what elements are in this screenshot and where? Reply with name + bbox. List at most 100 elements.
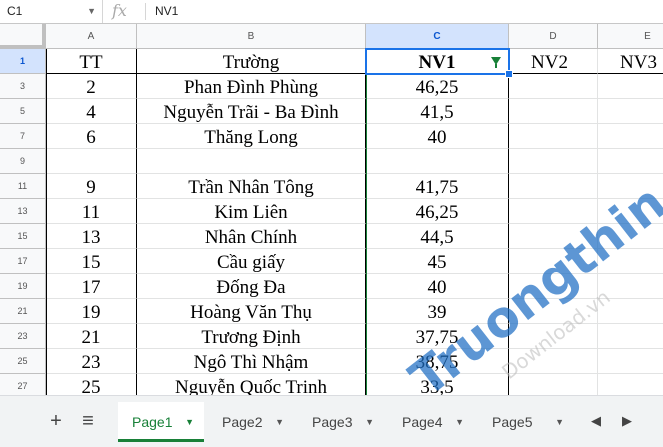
- cell-c21[interactable]: 39: [366, 299, 509, 324]
- cell-e5[interactable]: [598, 99, 663, 124]
- cell-b25[interactable]: Ngô Thì Nhậm: [137, 349, 366, 374]
- column-header-a[interactable]: A: [46, 24, 137, 49]
- select-all-corner[interactable]: [0, 24, 46, 49]
- sheet-tab-dropdown-icon[interactable]: ▼: [455, 402, 464, 442]
- cell-a23[interactable]: 21: [46, 324, 137, 349]
- add-sheet-button[interactable]: +: [43, 408, 69, 434]
- scroll-tabs-left-icon[interactable]: ◀: [583, 404, 609, 438]
- cell-b11[interactable]: Trần Nhân Tông: [137, 174, 366, 199]
- row-header-11[interactable]: 11: [0, 174, 46, 199]
- cell-c15[interactable]: 44,5: [366, 224, 509, 249]
- sheet-tab-dropdown-icon[interactable]: ▼: [275, 402, 284, 442]
- sheet-tab-page4[interactable]: Page4 ▼: [388, 402, 474, 442]
- cell-b19[interactable]: Đống Đa: [137, 274, 366, 299]
- cell-b21[interactable]: Hoàng Văn Thụ: [137, 299, 366, 324]
- cell-c19[interactable]: 40: [366, 274, 509, 299]
- cell-b9[interactable]: [137, 149, 366, 174]
- row-header-3[interactable]: 3: [0, 74, 46, 99]
- row-header-5[interactable]: 5: [0, 99, 46, 124]
- cell-a17[interactable]: 15: [46, 249, 137, 274]
- cell-b27[interactable]: Nguyễn Quốc Trinh: [137, 374, 366, 395]
- name-box[interactable]: C1 ▼: [0, 0, 103, 23]
- cell-d7[interactable]: [509, 124, 598, 149]
- cell-b7[interactable]: Thăng Long: [137, 124, 366, 149]
- cell-d17[interactable]: [509, 249, 598, 274]
- sheet-tab-page2[interactable]: Page2 ▼: [208, 402, 294, 442]
- cell-d11[interactable]: [509, 174, 598, 199]
- cell-a25[interactable]: 23: [46, 349, 137, 374]
- sheet-tab-page1[interactable]: Page1 ▼: [118, 402, 204, 442]
- column-header-e[interactable]: E: [598, 24, 663, 49]
- sheet-tab-dropdown-icon[interactable]: ▼: [185, 402, 194, 442]
- cell-e1[interactable]: NV3: [598, 49, 663, 74]
- sheet-tab-dropdown-icon[interactable]: ▼: [555, 402, 564, 442]
- cell-e15[interactable]: [598, 224, 663, 249]
- cell-b15[interactable]: Nhân Chính: [137, 224, 366, 249]
- cell-c25[interactable]: 38,75: [366, 349, 509, 374]
- row-header-25[interactable]: 25: [0, 349, 46, 374]
- cell-d15[interactable]: [509, 224, 598, 249]
- cell-e13[interactable]: [598, 199, 663, 224]
- cell-e17[interactable]: [598, 249, 663, 274]
- cell-c17[interactable]: 45: [366, 249, 509, 274]
- cell-b13[interactable]: Kim Liên: [137, 199, 366, 224]
- cell-e3[interactable]: [598, 74, 663, 99]
- cell-d3[interactable]: [509, 74, 598, 99]
- cell-d25[interactable]: [509, 349, 598, 374]
- cell-d19[interactable]: [509, 274, 598, 299]
- cell-b5[interactable]: Nguyễn Trãi - Ba Đình: [137, 99, 366, 124]
- scroll-tabs-right-icon[interactable]: ▶: [614, 404, 640, 438]
- formula-input[interactable]: NV1: [155, 0, 178, 23]
- cell-e23[interactable]: [598, 324, 663, 349]
- row-header-21[interactable]: 21: [0, 299, 46, 324]
- cell-c5[interactable]: 41,5: [366, 99, 509, 124]
- cell-a27[interactable]: 25: [46, 374, 137, 395]
- fill-handle[interactable]: [505, 70, 513, 78]
- cell-e11[interactable]: [598, 174, 663, 199]
- row-header-27[interactable]: 27: [0, 374, 46, 395]
- row-header-9[interactable]: 9: [0, 149, 46, 174]
- cell-a21[interactable]: 19: [46, 299, 137, 324]
- cell-d5[interactable]: [509, 99, 598, 124]
- cell-a15[interactable]: 13: [46, 224, 137, 249]
- cell-e19[interactable]: [598, 274, 663, 299]
- cell-d9[interactable]: [509, 149, 598, 174]
- row-header-7[interactable]: 7: [0, 124, 46, 149]
- sheet-tab-dropdown-icon[interactable]: ▼: [365, 402, 374, 442]
- cell-e27[interactable]: [598, 374, 663, 395]
- row-header-17[interactable]: 17: [0, 249, 46, 274]
- cell-b3[interactable]: Phan Đình Phùng: [137, 74, 366, 99]
- cell-c9[interactable]: [366, 149, 509, 174]
- cell-a5[interactable]: 4: [46, 99, 137, 124]
- column-header-b[interactable]: B: [137, 24, 366, 49]
- row-header-15[interactable]: 15: [0, 224, 46, 249]
- cell-d13[interactable]: [509, 199, 598, 224]
- cell-c3[interactable]: 46,25: [366, 74, 509, 99]
- cell-c13[interactable]: 46,25: [366, 199, 509, 224]
- all-sheets-button[interactable]: ≡: [75, 408, 101, 434]
- cell-a9[interactable]: [46, 149, 137, 174]
- cell-a7[interactable]: 6: [46, 124, 137, 149]
- cell-c27[interactable]: 33,5: [366, 374, 509, 395]
- cell-d21[interactable]: [509, 299, 598, 324]
- cell-a1[interactable]: TT: [46, 49, 137, 74]
- name-box-dropdown-icon[interactable]: ▼: [87, 0, 96, 23]
- cell-a3[interactable]: 2: [46, 74, 137, 99]
- cell-a13[interactable]: 11: [46, 199, 137, 224]
- cell-d1[interactable]: NV2: [509, 49, 598, 74]
- cell-e21[interactable]: [598, 299, 663, 324]
- sheet-tab-page5[interactable]: Page5 ▼: [478, 402, 574, 442]
- spreadsheet-grid[interactable]: A B C D E 1 TT Trường NV1 NV2 NV3 3 2 Phan Đình Phùng…: [0, 24, 663, 395]
- cell-c23[interactable]: 37,75: [366, 324, 509, 349]
- cell-d27[interactable]: [509, 374, 598, 395]
- row-header-13[interactable]: 13: [0, 199, 46, 224]
- cell-d23[interactable]: [509, 324, 598, 349]
- sheet-tab-page3[interactable]: Page3 ▼: [298, 402, 384, 442]
- cell-b23[interactable]: Trương Định: [137, 324, 366, 349]
- row-header-19[interactable]: 19: [0, 274, 46, 299]
- cell-c11[interactable]: 41,75: [366, 174, 509, 199]
- cell-b17[interactable]: Cầu giấy: [137, 249, 366, 274]
- row-header-1[interactable]: 1: [0, 49, 46, 74]
- cell-e9[interactable]: [598, 149, 663, 174]
- column-header-c[interactable]: C: [366, 24, 509, 49]
